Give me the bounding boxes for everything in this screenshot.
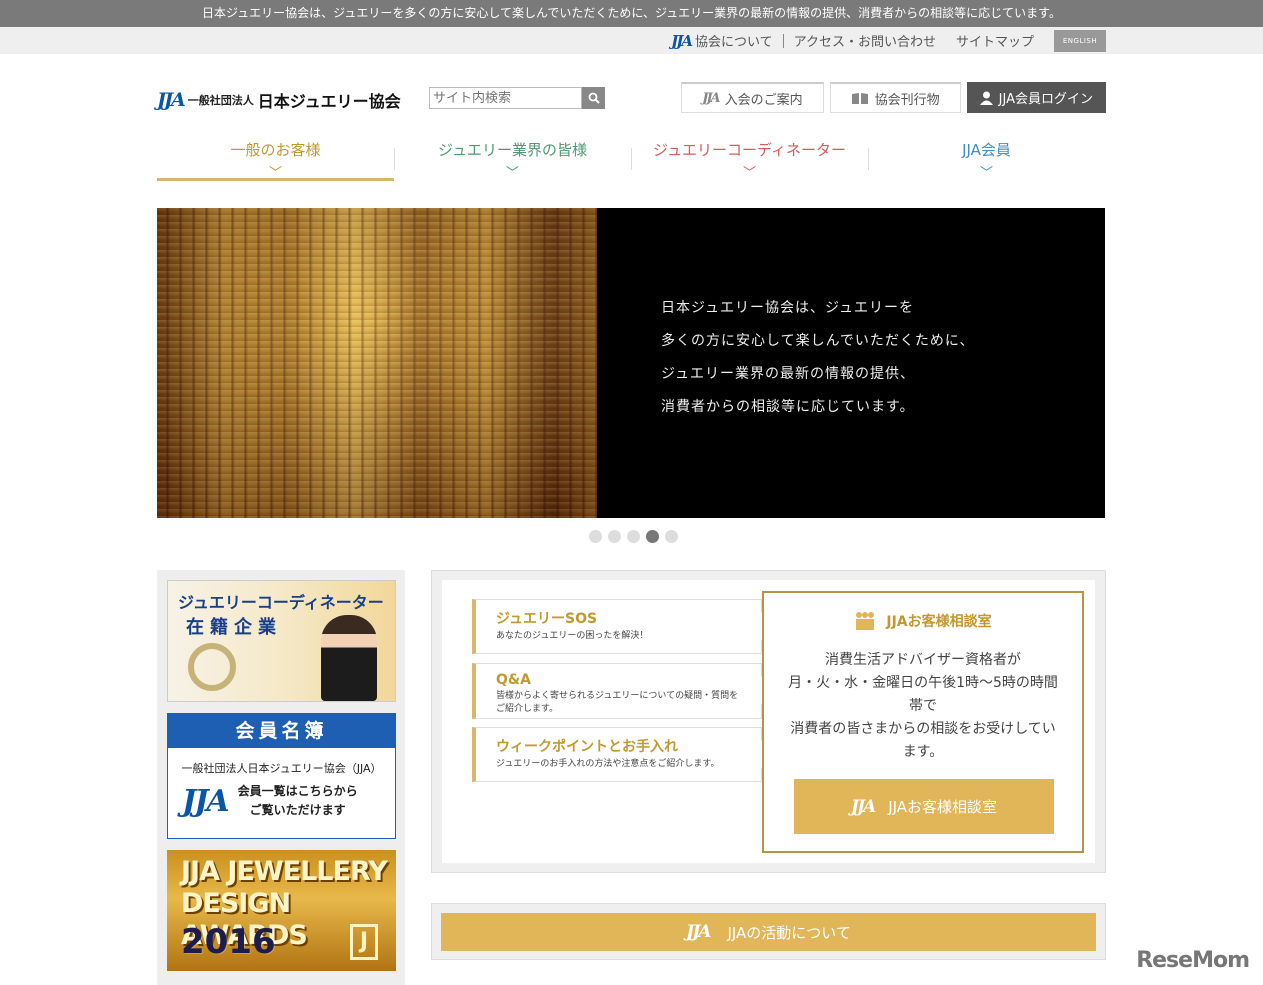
consultation-button[interactable]: JJA JJAお客様相談室 bbox=[794, 779, 1054, 834]
about-label: 協会について bbox=[695, 35, 773, 50]
nav-label: 一般のお客様 bbox=[230, 141, 321, 159]
logo-sub: 一般社団法人 bbox=[187, 94, 254, 107]
gold-chains-image bbox=[157, 208, 597, 518]
publications-label: 協会刊行物 bbox=[874, 92, 940, 108]
nav-coordinator[interactable]: ジュエリーコーディネーター ﹀ bbox=[631, 136, 868, 181]
search-button[interactable] bbox=[582, 87, 605, 109]
nav-label: ジュエリー業界の皆様 bbox=[438, 141, 587, 159]
coordinator-companies-banner[interactable]: ジュエリーコーディネーター 在籍企業 bbox=[167, 580, 396, 702]
consult-line: 消費生活アドバイザー資格者が bbox=[825, 652, 1021, 668]
weakpoint-care-link[interactable]: ウィークポイントとお手入れ ジュエリーのお手入れの方法や注意点をご紹介します。 bbox=[472, 727, 762, 782]
link-title: Q&A bbox=[496, 672, 531, 688]
jewelry-sos-link[interactable]: ジュエリーSOS あなたのジュエリーの困ったを解決！ bbox=[472, 599, 762, 654]
english-button[interactable]: ENGLISH bbox=[1054, 29, 1106, 52]
slider-dot[interactable] bbox=[665, 530, 678, 543]
about-link[interactable]: JJA 協会について bbox=[661, 31, 782, 51]
nav-general-customers[interactable]: 一般のお客様 ﹀ bbox=[157, 136, 394, 181]
jja-logo-icon: JJA bbox=[671, 31, 693, 50]
slider-dot-active[interactable] bbox=[646, 530, 659, 543]
slider-dot[interactable] bbox=[608, 530, 621, 543]
jja-logo-icon: JJA bbox=[157, 89, 186, 111]
nav-label: JJA会員 bbox=[962, 141, 1011, 159]
link-desc: ジュエリーのお手入れの方法や注意点をご紹介します。 bbox=[496, 759, 720, 769]
search-icon bbox=[588, 92, 600, 104]
jja-logo-icon: JJA bbox=[850, 796, 876, 817]
design-awards-banner[interactable]: JJA JEWELLERY DESIGN AWARDS 2016 J bbox=[167, 850, 396, 971]
consult-body: 消費生活アドバイザー資格者が 月・火・水・金曜日の午後1時～5時の時間帯で 消費… bbox=[764, 649, 1082, 764]
chevron-down-icon: ﹀ bbox=[268, 166, 282, 181]
banner-org: 一般社団法人日本ジュエリー協会（JJA） bbox=[181, 762, 382, 775]
banner-message: ご覧いただけます bbox=[249, 803, 346, 817]
jja-logo-icon: JJA bbox=[702, 90, 720, 106]
consult-title: JJAお客様相談室 bbox=[886, 614, 992, 630]
logo-name: 日本ジュエリー協会 bbox=[257, 92, 401, 111]
login-button[interactable]: JJA会員ログイン bbox=[966, 82, 1106, 113]
chevron-down-icon: ﹀ bbox=[742, 166, 756, 181]
activities-label: JJAの活動について bbox=[727, 923, 851, 942]
header: JJA 一般社団法人 日本ジュエリー協会 JJA 入会のご案内 協会刊行物 JJ… bbox=[0, 54, 1263, 129]
link-desc: 皆様からよく寄せられるジュエリーについての疑問・質問をご紹介します。 bbox=[496, 691, 739, 714]
qa-link[interactable]: Q&A 皆様からよく寄せられるジュエリーについての疑問・質問をご紹介します。 bbox=[472, 663, 762, 719]
hero-text: 日本ジュエリー協会は、ジュエリーを 多くの方に安心して楽しんでいただくために、 … bbox=[661, 292, 974, 424]
nav-industry[interactable]: ジュエリー業界の皆様 ﹀ bbox=[394, 136, 631, 181]
awards-title-line: JJA JEWELLERY bbox=[181, 856, 388, 887]
watermark: ReseMom bbox=[1136, 948, 1250, 973]
hero-line: 消費者からの相談等に応じています。 bbox=[661, 399, 915, 415]
nav-members[interactable]: JJA会員 ﹀ bbox=[868, 136, 1105, 181]
chevron-down-icon: ﹀ bbox=[505, 166, 519, 181]
join-button[interactable]: JJA 入会のご案内 bbox=[681, 82, 824, 113]
chevron-down-icon: ﹀ bbox=[979, 166, 993, 181]
consultation-box: JJAお客様相談室 消費生活アドバイザー資格者が 月・火・水・金曜日の午後1時～… bbox=[762, 591, 1084, 853]
consult-line: 消費者の皆さまからの相談をお受けしています。 bbox=[790, 721, 1056, 760]
jja-logo-icon: JJA bbox=[182, 783, 230, 819]
consult-button-label: JJAお客様相談室 bbox=[888, 798, 998, 816]
user-icon bbox=[979, 91, 993, 105]
search-input[interactable] bbox=[429, 87, 582, 109]
consult-line: 月・火・水・金曜日の午後1時～5時の時間帯で bbox=[788, 675, 1058, 714]
hero-line: ジュエリー業界の最新の情報の提供、 bbox=[661, 366, 916, 382]
banner-title: ジュエリーコーディネーター bbox=[178, 593, 384, 612]
nav-label: ジュエリーコーディネーター bbox=[653, 141, 846, 159]
publications-button[interactable]: 協会刊行物 bbox=[829, 82, 961, 113]
main-nav: 一般のお客様 ﹀ ジュエリー業界の皆様 ﹀ ジュエリーコーディネーター ﹀ JJ… bbox=[157, 136, 1105, 181]
activities-button[interactable]: JJA JJAの活動について bbox=[441, 913, 1096, 951]
book-icon bbox=[851, 92, 868, 104]
sidebar: ジュエリーコーディネーター 在籍企業 会員名簿 一般社団法人日本ジュエリー協会（… bbox=[157, 570, 405, 985]
hero-line: 多くの方に安心して楽しんでいただくために、 bbox=[661, 333, 975, 349]
person-image bbox=[321, 615, 377, 701]
member-directory-banner[interactable]: 会員名簿 一般社団法人日本ジュエリー協会（JJA） JJA 会員一覧はこちらから… bbox=[167, 713, 396, 839]
sitemap-link[interactable]: サイトマップ bbox=[946, 31, 1044, 50]
slider-dot[interactable] bbox=[627, 530, 640, 543]
awards-j-icon: J bbox=[350, 924, 378, 960]
banner-subtitle: 在籍企業 bbox=[186, 617, 282, 638]
jja-logo-icon: JJA bbox=[686, 922, 711, 942]
link-title: ウィークポイントとお手入れ bbox=[496, 739, 678, 755]
hero-line: 日本ジュエリー協会は、ジュエリーを bbox=[661, 300, 915, 316]
search-box bbox=[429, 87, 605, 109]
utility-bar: JJA 協会について アクセス・お問い合わせ サイトマップ ENGLISH bbox=[0, 27, 1263, 54]
banner-title: 会員名簿 bbox=[168, 714, 395, 748]
slider-dot[interactable] bbox=[589, 530, 602, 543]
ring-icon bbox=[188, 643, 236, 691]
link-desc: あなたのジュエリーの困ったを解決！ bbox=[496, 631, 649, 641]
slider-dots bbox=[589, 530, 678, 543]
consumer-panel: ジュエリーSOS あなたのジュエリーの困ったを解決！ Q&A 皆様からよく寄せら… bbox=[431, 570, 1106, 873]
awards-year: 2016 bbox=[181, 922, 276, 962]
announcement-bar: 日本ジュエリー協会は、ジュエリーを多くの方に安心して楽しんでいただくために、ジュ… bbox=[0, 0, 1263, 27]
banner-message: 会員一覧はこちらから bbox=[237, 784, 358, 798]
site-logo[interactable]: JJA 一般社団法人 日本ジュエリー協会 bbox=[157, 88, 401, 112]
link-title: ジュエリーSOS bbox=[496, 611, 598, 627]
activities-panel: JJA JJAの活動について bbox=[431, 903, 1106, 960]
join-label: 入会のご案内 bbox=[724, 92, 803, 108]
access-link[interactable]: アクセス・お問い合わせ bbox=[784, 31, 946, 50]
hero-slide[interactable]: 日本ジュエリー協会は、ジュエリーを 多くの方に安心して楽しんでいただくために、 … bbox=[157, 208, 1105, 518]
login-label: JJA会員ログイン bbox=[998, 92, 1093, 107]
people-icon bbox=[856, 612, 875, 630]
